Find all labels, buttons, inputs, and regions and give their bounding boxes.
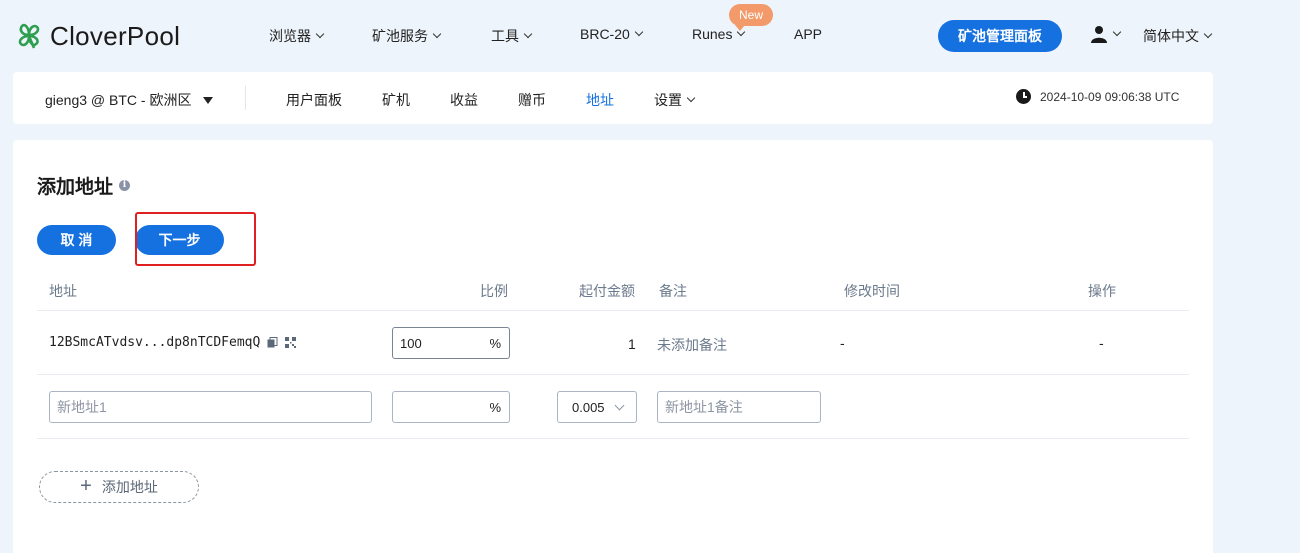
new-badge: New (729, 4, 773, 31)
divider (245, 86, 246, 110)
chevron-down-icon (1203, 29, 1213, 39)
cancel-button[interactable]: 取 消 (37, 225, 116, 255)
header-ratio: 比例 (480, 283, 508, 299)
chevron-down-icon (315, 29, 325, 39)
nav-tools[interactable]: 工具 (491, 26, 533, 46)
nav-runes-label: Runes (692, 26, 733, 42)
ratio-field[interactable] (400, 399, 480, 415)
tab-earnings[interactable]: 收益 (450, 90, 478, 110)
chevron-down-icon (523, 29, 533, 39)
user-menu[interactable] (1090, 25, 1122, 43)
min-payment-select[interactable]: 0.005 (557, 391, 637, 423)
chevron-down-icon (737, 27, 746, 37)
nav-runes[interactable]: Runes (692, 26, 746, 42)
chevron-down-icon (1112, 27, 1122, 37)
table-row-address: 12BSmcATvdsv...dp8nTCDFemqQ (49, 335, 297, 350)
chevron-down-icon (432, 29, 442, 39)
account-subbar: gieng3 @ BTC - 欧洲区 用户面板 矿机 收益 赠币 地址 设置 2… (13, 72, 1213, 124)
nav-browser-label: 浏览器 (269, 28, 311, 44)
new-note-input[interactable] (657, 391, 821, 423)
nav-tools-label: 工具 (491, 28, 519, 44)
add-address-card: 添加地址 i 取 消 下一步 地址 比例 起付金额 备注 修改时间 操作 12B… (13, 140, 1213, 553)
modified-time-value: - (840, 335, 845, 351)
ratio-input-row1[interactable]: % (392, 327, 510, 359)
nav-app[interactable]: APP (794, 26, 822, 42)
divider (37, 438, 1189, 439)
note-value: 未添加备注 (657, 337, 727, 353)
divider (37, 374, 1189, 375)
header-modified-time: 修改时间 (844, 283, 900, 299)
header-note: 备注 (659, 283, 687, 299)
add-address-button[interactable]: + 添加地址 (39, 471, 199, 503)
ratio-field[interactable] (400, 335, 480, 351)
min-payment-selected: 0.005 (572, 399, 605, 415)
caret-down-icon (203, 96, 214, 104)
chevron-down-icon (614, 400, 625, 411)
min-payment-value: 1 (628, 336, 636, 352)
next-step-button[interactable]: 下一步 (135, 225, 224, 255)
top-navbar: CloverPool 浏览器 矿池服务 工具 BRC-20 New Runes … (0, 0, 1300, 72)
datetime-text: 2024-10-09 09:06:38 UTC (1040, 89, 1180, 104)
tab-settings[interactable]: 设置 (654, 90, 696, 110)
plus-icon: + (80, 475, 92, 497)
chevron-down-icon (634, 27, 644, 37)
page-title-text: 添加地址 (37, 177, 114, 198)
add-address-label: 添加地址 (101, 479, 158, 495)
tab-address[interactable]: 地址 (586, 90, 614, 110)
page-title: 添加地址 i (37, 172, 131, 199)
nav-pool-services[interactable]: 矿池服务 (372, 26, 442, 46)
pool-dashboard-button[interactable]: 矿池管理面板 (938, 20, 1062, 52)
brand-name: CloverPool (50, 20, 181, 51)
user-icon (1091, 26, 1107, 43)
server-time: 2024-10-09 09:06:38 UTC (1016, 89, 1179, 104)
language-selector[interactable]: 简体中文 (1143, 26, 1213, 46)
tab-bonus-coins[interactable]: 赠币 (518, 90, 546, 110)
chevron-down-icon (686, 93, 696, 103)
header-actions: 操作 (1088, 283, 1116, 299)
nav-brc20-label: BRC-20 (580, 26, 630, 42)
action-value: - (1099, 335, 1104, 351)
nav-app-label: APP (794, 26, 823, 42)
account-selector[interactable]: gieng3 @ BTC - 欧洲区 (45, 90, 214, 110)
account-label: gieng3 @ BTC - 欧洲区 (45, 92, 192, 108)
ratio-input-new-row[interactable]: % (392, 391, 510, 423)
language-label: 简体中文 (1143, 28, 1199, 44)
header-min-payment: 起付金额 (579, 283, 635, 299)
address-text: 12BSmcATvdsv...dp8nTCDFemqQ (49, 335, 261, 350)
copy-icon[interactable] (267, 337, 278, 348)
percent-unit: % (489, 335, 501, 351)
tab-miners[interactable]: 矿机 (382, 90, 410, 110)
info-icon[interactable]: i (119, 180, 131, 191)
header-address: 地址 (49, 283, 77, 299)
nav-pool-services-label: 矿池服务 (372, 28, 428, 44)
divider (37, 310, 1189, 311)
percent-unit: % (489, 399, 501, 415)
logo[interactable]: CloverPool (13, 20, 180, 52)
clover-logo-icon (18, 23, 40, 49)
tab-settings-label: 设置 (654, 92, 682, 108)
nav-brc20[interactable]: BRC-20 (580, 26, 644, 42)
new-address-input[interactable] (49, 391, 372, 423)
qrcode-icon[interactable] (285, 337, 297, 348)
tab-user-dashboard[interactable]: 用户面板 (286, 90, 342, 110)
clock-icon (1016, 89, 1031, 104)
nav-browser[interactable]: 浏览器 (269, 26, 325, 46)
